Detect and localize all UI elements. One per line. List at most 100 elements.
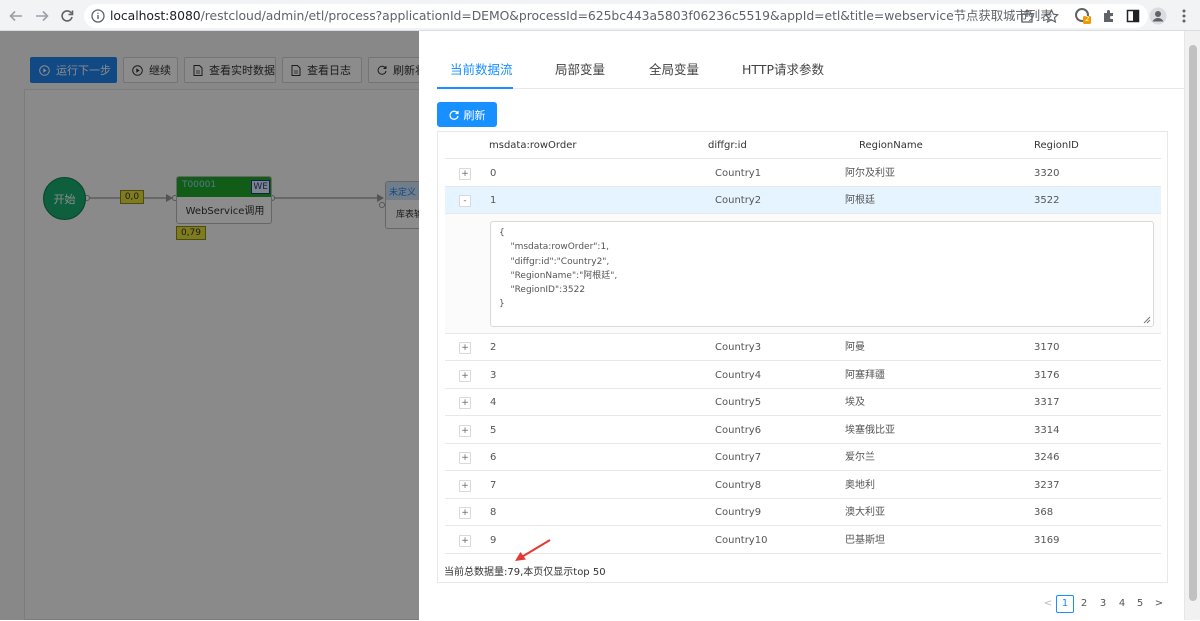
modal-mask[interactable]	[0, 31, 419, 620]
url-text[interactable]: localhost:8080/restcloud/admin/etl/proce…	[110, 4, 1052, 28]
prev-page-button[interactable]: <	[1039, 595, 1057, 613]
column-header: msdata:rowOrder	[489, 140, 577, 151]
cell-region-id: 368	[1034, 507, 1054, 518]
extension-badge-icon[interactable]: 2	[1073, 6, 1093, 26]
expand-icon[interactable]: +	[459, 535, 471, 547]
browser-menu-icon[interactable]	[1174, 6, 1194, 26]
cell-region-id: 3237	[1034, 480, 1060, 491]
table-row[interactable]: + 7 Country8 奥地利 3237	[445, 472, 1161, 499]
expand-icon[interactable]: +	[459, 507, 471, 519]
drawer-tabs: 当前数据流 局部变量 全局变量 HTTP请求参数	[437, 59, 1187, 89]
cell-row-order: 3	[490, 370, 497, 381]
reload-icon	[449, 110, 459, 120]
data-table: msdata:rowOrder diffgr:id RegionName Reg…	[437, 131, 1168, 583]
scrollbar-thumb[interactable]	[1189, 45, 1197, 601]
cell-diffgr-id: Country8	[715, 480, 762, 491]
table-row[interactable]: + 4 Country5 埃及 3317	[445, 389, 1161, 416]
extensions-puzzle-icon[interactable]	[1099, 6, 1119, 26]
cell-diffgr-id: Country4	[715, 370, 762, 381]
data-drawer: 当前数据流 局部变量 全局变量 HTTP请求参数 刷新 msdata:rowOr…	[419, 31, 1200, 620]
tab-current-dataflow[interactable]: 当前数据流	[450, 59, 513, 89]
collapse-icon[interactable]: -	[459, 195, 471, 207]
cell-row-order: 1	[490, 195, 497, 206]
page-button-2[interactable]: 2	[1075, 595, 1093, 613]
cell-region-name: 埃塞俄比亚	[845, 425, 895, 436]
column-header: diffgr:id	[708, 140, 747, 151]
cell-region-id: 3176	[1034, 370, 1060, 381]
expand-icon[interactable]: +	[459, 452, 471, 464]
cell-region-name: 阿根廷	[845, 195, 875, 206]
column-header: RegionID	[1034, 140, 1079, 151]
row-json-textarea[interactable]: { "msdata:rowOrder":1, "diffgr:id":"Coun…	[490, 221, 1154, 327]
address-bar[interactable]: localhost:8080/restcloud/admin/etl/proce…	[84, 4, 1148, 28]
tab-http-params[interactable]: HTTP请求参数	[742, 59, 824, 89]
refresh-label: 刷新	[463, 108, 486, 122]
extension-badge-count: 2	[1085, 15, 1090, 23]
cell-region-name: 阿曼	[845, 342, 865, 353]
back-button[interactable]	[6, 6, 26, 26]
cell-region-id: 3314	[1034, 425, 1060, 436]
profile-avatar-icon[interactable]	[1148, 6, 1168, 26]
table-row[interactable]: + 5 Country6 埃塞俄比亚 3314	[445, 417, 1161, 444]
cell-row-order: 6	[490, 452, 497, 463]
table-row[interactable]: + 8 Country9 澳大利亚 368	[445, 499, 1161, 526]
share-icon[interactable]	[1018, 7, 1036, 25]
cell-diffgr-id: Country9	[715, 507, 762, 518]
cell-row-order: 2	[490, 342, 497, 353]
table-row[interactable]: - 1 Country2 阿根廷 3522	[445, 187, 1161, 214]
arrow-right-icon	[36, 10, 49, 22]
cell-region-id: 3170	[1034, 342, 1060, 353]
page-button-1[interactable]: 1	[1056, 595, 1074, 613]
cell-row-order: 8	[490, 507, 497, 518]
cell-region-id: 3317	[1034, 397, 1060, 408]
expand-icon[interactable]: +	[459, 480, 471, 492]
forward-button[interactable]	[32, 6, 52, 26]
table-header: msdata:rowOrder diffgr:id RegionName Reg…	[445, 132, 1161, 159]
tab-global-variables[interactable]: 全局变量	[649, 59, 699, 89]
table-row[interactable]: + 3 Country4 阿塞拜疆 3176	[445, 362, 1161, 389]
expand-icon[interactable]: +	[459, 342, 471, 354]
cell-diffgr-id: Country2	[715, 195, 762, 206]
page-button-3[interactable]: 3	[1094, 595, 1112, 613]
cell-diffgr-id: Country3	[715, 342, 762, 353]
page-scrollbar[interactable]	[1184, 31, 1200, 620]
reload-button[interactable]	[57, 6, 77, 26]
cell-row-order: 5	[490, 425, 497, 436]
cell-region-name: 巴基斯坦	[845, 535, 885, 546]
cell-diffgr-id: Country5	[715, 397, 762, 408]
cell-region-id: 3169	[1034, 535, 1060, 546]
cell-row-order: 0	[490, 168, 497, 179]
table-row[interactable]: + 6 Country7 爱尔兰 3246	[445, 444, 1161, 471]
active-tab-indicator	[437, 87, 513, 89]
cell-region-name: 阿塞拜疆	[845, 370, 885, 381]
table-row[interactable]: + 0 Country1 阿尔及利亚 3320	[445, 160, 1161, 187]
annotation-arrow-icon	[515, 539, 551, 561]
page-button-4[interactable]: 4	[1113, 595, 1131, 613]
cell-region-name: 奥地利	[845, 480, 875, 491]
cell-row-order: 7	[490, 480, 497, 491]
info-icon[interactable]	[89, 7, 107, 25]
reload-icon	[61, 10, 74, 22]
cell-region-name: 澳大利亚	[845, 507, 885, 518]
expand-icon[interactable]: +	[459, 168, 471, 180]
page-button-5[interactable]: 5	[1131, 595, 1149, 613]
url-path: /restcloud/admin/etl/process?application…	[200, 8, 1053, 23]
column-header: RegionName	[859, 140, 923, 151]
browser-chrome: localhost:8080/restcloud/admin/etl/proce…	[0, 0, 1200, 31]
resize-handle-icon[interactable]	[1143, 316, 1151, 324]
table-row[interactable]: + 2 Country3 阿曼 3170	[445, 334, 1161, 361]
side-panel-icon[interactable]	[1123, 6, 1143, 26]
expand-icon[interactable]: +	[459, 425, 471, 437]
cell-diffgr-id: Country6	[715, 425, 762, 436]
tab-local-variables[interactable]: 局部变量	[555, 59, 605, 89]
cell-region-id: 3246	[1034, 452, 1060, 463]
cell-diffgr-id: Country1	[715, 168, 762, 179]
refresh-button[interactable]: 刷新	[437, 102, 497, 127]
cell-region-id: 3522	[1034, 195, 1060, 206]
expand-icon[interactable]: +	[459, 397, 471, 409]
expand-icon[interactable]: +	[459, 370, 471, 382]
arrow-left-icon	[9, 10, 22, 22]
bookmark-star-icon[interactable]	[1042, 7, 1060, 25]
cell-diffgr-id: Country10	[715, 535, 768, 546]
next-page-button[interactable]: >	[1150, 595, 1168, 613]
